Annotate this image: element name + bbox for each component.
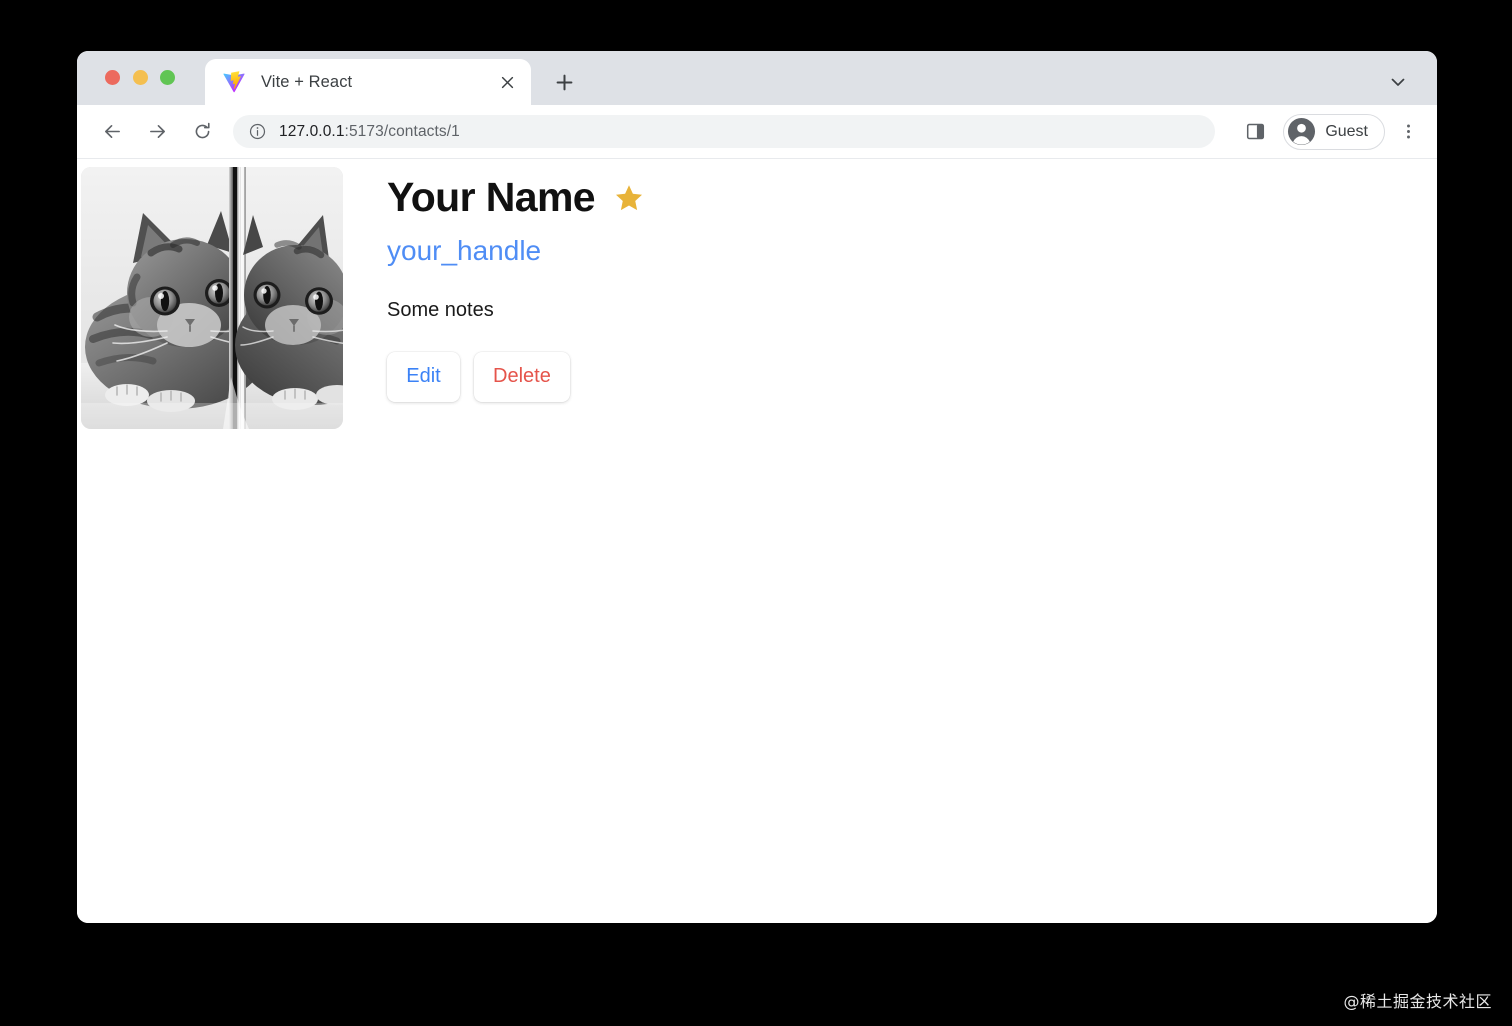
contact-actions: Edit Delete xyxy=(387,351,644,402)
chevron-down-icon[interactable] xyxy=(1385,69,1411,95)
browser-tab-vite-react[interactable]: Vite + React xyxy=(205,59,531,105)
contact-notes: Some notes xyxy=(387,298,494,321)
url-host: 127.0.0.1 xyxy=(279,122,345,140)
reload-icon[interactable] xyxy=(185,115,219,149)
contact-detail: Your Name your_handle Some notes Edit De… xyxy=(81,167,1437,429)
side-panel-icon[interactable] xyxy=(1239,116,1271,148)
page-viewport: Your Name your_handle Some notes Edit De… xyxy=(77,158,1437,923)
account-circle-icon xyxy=(1288,117,1316,146)
close-tab-icon[interactable] xyxy=(493,68,521,96)
profile-button-guest[interactable]: Guest xyxy=(1283,113,1385,150)
url-path: :5173/contacts/1 xyxy=(344,122,460,140)
contact-avatar xyxy=(81,167,343,429)
three-dots-menu-icon[interactable] xyxy=(1393,117,1423,147)
contact-name: Your Name xyxy=(387,174,596,220)
vite-logo-icon xyxy=(223,71,245,93)
edit-button[interactable]: Edit xyxy=(387,351,460,402)
info-circle-icon[interactable] xyxy=(249,123,266,140)
profile-name-label: Guest xyxy=(1325,122,1368,140)
window-maximize-button[interactable] xyxy=(160,70,175,85)
browser-toolbar: 127.0.0.1:5173/contacts/1 Guest xyxy=(77,105,1437,158)
watermark: @稀土掘金技术社区 xyxy=(1343,992,1492,1011)
contact-name-row: Your Name xyxy=(387,174,644,221)
contact-handle[interactable]: your_handle xyxy=(387,234,644,268)
address-bar[interactable]: 127.0.0.1:5173/contacts/1 xyxy=(233,115,1215,148)
toolbar-right-group: Guest xyxy=(1227,113,1423,150)
new-tab-button[interactable] xyxy=(547,65,581,99)
arrow-left-icon[interactable] xyxy=(95,115,129,149)
window-minimize-button[interactable] xyxy=(132,70,148,85)
browser-window: Vite + React 127.0.0.1:5173/contacts/1 G… xyxy=(77,51,1437,923)
traffic-lights xyxy=(105,70,175,85)
star-icon[interactable] xyxy=(614,183,644,213)
arrow-right-icon[interactable] xyxy=(140,115,174,149)
contact-info: Your Name your_handle Some notes Edit De… xyxy=(387,167,644,402)
tab-strip: Vite + React xyxy=(77,51,1437,105)
window-close-button[interactable] xyxy=(105,70,120,85)
tab-title: Vite + React xyxy=(261,72,353,91)
delete-button[interactable]: Delete xyxy=(474,351,570,402)
address-bar-url: 127.0.0.1:5173/contacts/1 xyxy=(279,123,460,141)
